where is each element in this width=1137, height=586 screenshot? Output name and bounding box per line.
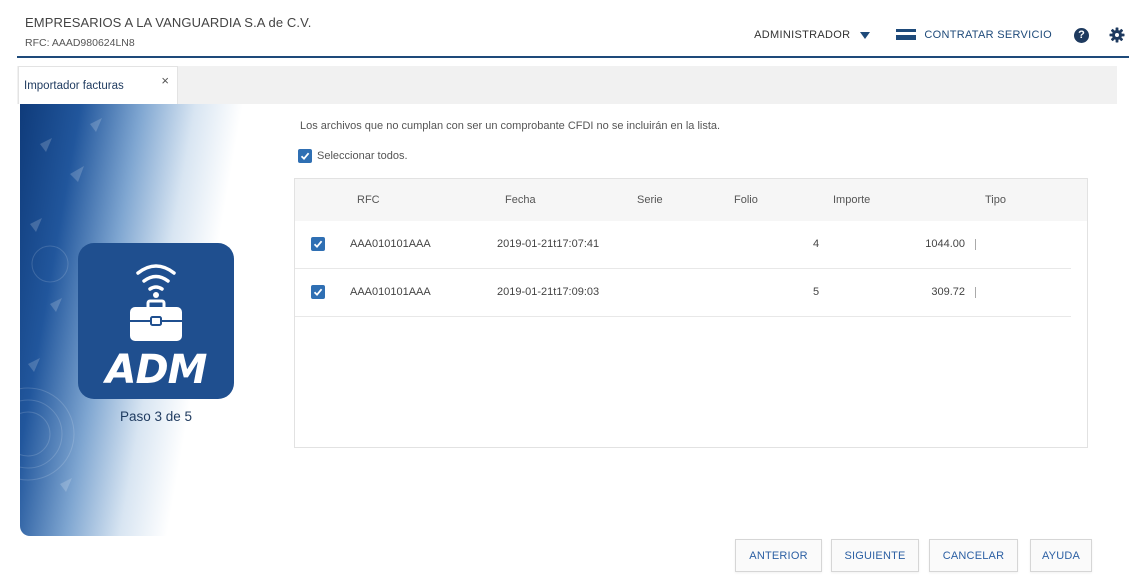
tab-bar: Importador facturas × xyxy=(17,66,1117,104)
table-header: RFC Fecha Serie Folio Importe Tipo xyxy=(295,179,1087,221)
wizard-side-panel: ADM Paso 3 de 5 xyxy=(20,104,282,536)
row-checkbox[interactable] xyxy=(311,285,325,299)
wizard-step-indicator: Paso 3 de 5 xyxy=(119,409,193,424)
column-header-serie[interactable]: Serie xyxy=(637,194,663,206)
cell-tipo xyxy=(975,239,976,250)
anterior-button[interactable]: ANTERIOR xyxy=(735,539,822,572)
cell-folio: 5 xyxy=(813,286,820,298)
company-name: EMPRESARIOS A LA VANGUARDIA S.A de C.V. xyxy=(25,15,312,30)
cell-tipo xyxy=(975,287,976,298)
close-icon[interactable]: × xyxy=(161,74,169,87)
table-row[interactable]: AAA010101AAA 2019-01-21t17:07:41 4 1044.… xyxy=(295,221,1071,269)
checkbox-checked-icon xyxy=(298,149,312,163)
row-checkbox[interactable] xyxy=(311,237,325,251)
credit-card-icon xyxy=(896,29,917,41)
app-window: EMPRESARIOS A LA VANGUARDIA S.A de C.V. … xyxy=(0,0,1137,586)
siguiente-button[interactable]: SIGUIENTE xyxy=(831,539,919,572)
cell-folio: 4 xyxy=(813,238,820,250)
user-menu[interactable]: ADMINISTRADOR xyxy=(754,29,871,41)
cell-rfc: AAA010101AAA xyxy=(350,238,431,250)
cell-fecha: 2019-01-21t17:07:41 xyxy=(497,238,600,250)
gear-icon[interactable] xyxy=(1109,27,1125,43)
company-rfc: RFC: AAAD980624LN8 xyxy=(25,37,135,49)
contratar-servicio-link[interactable]: CONTRATAR SERVICIO xyxy=(896,29,1052,41)
user-menu-label: ADMINISTRADOR xyxy=(754,29,851,41)
cell-rfc: AAA010101AAA xyxy=(350,286,431,298)
info-message: Los archivos que no cumplan con ser un c… xyxy=(300,120,721,132)
question-circle-icon[interactable]: ? xyxy=(1074,27,1089,43)
column-header-rfc[interactable]: RFC xyxy=(357,194,380,206)
contratar-servicio-label: CONTRATAR SERVICIO xyxy=(924,29,1052,41)
tab-importador-facturas[interactable]: Importador facturas × xyxy=(18,66,178,104)
select-all-checkbox[interactable]: Seleccionar todos. xyxy=(298,149,408,163)
header-actions: ADMINISTRADOR CONTRATAR SERVICIO ? xyxy=(754,24,1129,46)
caret-down-icon xyxy=(860,31,871,39)
cancelar-button[interactable]: CANCELAR xyxy=(929,539,1018,572)
cell-fecha: 2019-01-21t17:09:03 xyxy=(497,286,600,298)
logo-text: ADM xyxy=(105,347,208,393)
select-all-label: Seleccionar todos. xyxy=(317,150,408,162)
app-header: EMPRESARIOS A LA VANGUARDIA S.A de C.V. … xyxy=(17,6,1129,58)
invoice-table: RFC Fecha Serie Folio Importe Tipo AAA01… xyxy=(294,178,1088,448)
adm-app-logo: ADM xyxy=(78,243,234,399)
ayuda-button[interactable]: AYUDA xyxy=(1030,539,1092,572)
table-row[interactable]: AAA010101AAA 2019-01-21t17:09:03 5 309.7… xyxy=(295,269,1071,317)
cell-importe: 1044.00 xyxy=(925,238,965,250)
column-header-fecha[interactable]: Fecha xyxy=(505,194,536,206)
column-header-folio[interactable]: Folio xyxy=(734,194,758,206)
cell-importe: 309.72 xyxy=(931,286,965,298)
column-header-importe[interactable]: Importe xyxy=(833,194,870,206)
column-header-tipo[interactable]: Tipo xyxy=(985,194,1006,206)
tab-label: Importador facturas xyxy=(24,79,124,92)
